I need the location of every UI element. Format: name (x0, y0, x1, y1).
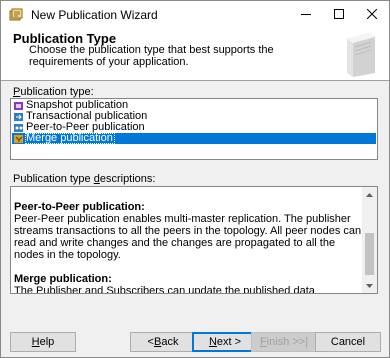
description-heading: Merge publication: (14, 273, 112, 285)
help-button[interactable]: Help (10, 332, 76, 352)
list-item-merge[interactable]: Merge publication (12, 133, 376, 144)
description-text: Peer-Peer publication enables multi-mast… (14, 213, 362, 261)
close-button[interactable] (357, 1, 387, 27)
publication-type-label: Publication type: (13, 86, 94, 98)
publication-descriptions-label: Publication type descriptions: (13, 173, 156, 185)
wizard-page-graphic (341, 29, 381, 77)
scrollbar-thumb[interactable] (365, 233, 374, 275)
wizard-window: New Publication Wizard Publication Type … (0, 0, 390, 358)
transactional-publication-icon (14, 112, 24, 122)
back-button[interactable]: < Back (130, 332, 196, 352)
window-title: New Publication Wizard (31, 8, 158, 22)
wizard-app-icon (9, 8, 23, 22)
page-description: Choose the publication type that best su… (29, 44, 274, 68)
title-bar[interactable]: New Publication Wizard (1, 1, 389, 29)
finish-button[interactable]: Finish >>| (251, 332, 317, 352)
description-heading: Peer-to-Peer publication: (14, 201, 145, 213)
description-text: The Publisher and Subscribers can update… (14, 285, 315, 294)
snapshot-publication-icon (14, 101, 24, 111)
chevron-up-icon (366, 192, 373, 197)
minimize-icon (301, 14, 311, 15)
close-icon (367, 9, 377, 19)
publication-descriptions-box[interactable]: Peer-to-Peer publication: Peer-Peer publ… (10, 186, 378, 294)
scroll-down-button[interactable] (362, 278, 377, 293)
wizard-header: Publication Type Choose the publication … (1, 29, 389, 81)
merge-publication-icon (14, 134, 24, 144)
cancel-button[interactable]: Cancel (315, 332, 381, 352)
scroll-up-button[interactable] (362, 187, 377, 202)
publication-type-list[interactable]: Snapshot publication Transactional publi… (10, 98, 378, 160)
maximize-button[interactable] (324, 1, 354, 27)
descriptions-scrollbar[interactable] (362, 187, 377, 293)
chevron-down-icon (366, 283, 373, 288)
list-item-label: Merge publication (25, 132, 115, 144)
peer-to-peer-publication-icon (14, 123, 24, 133)
next-button[interactable]: Next > (192, 332, 258, 352)
descriptions-content: Peer-to-Peer publication: Peer-Peer publ… (11, 187, 363, 294)
maximize-icon (334, 9, 344, 19)
minimize-button[interactable] (291, 1, 321, 27)
